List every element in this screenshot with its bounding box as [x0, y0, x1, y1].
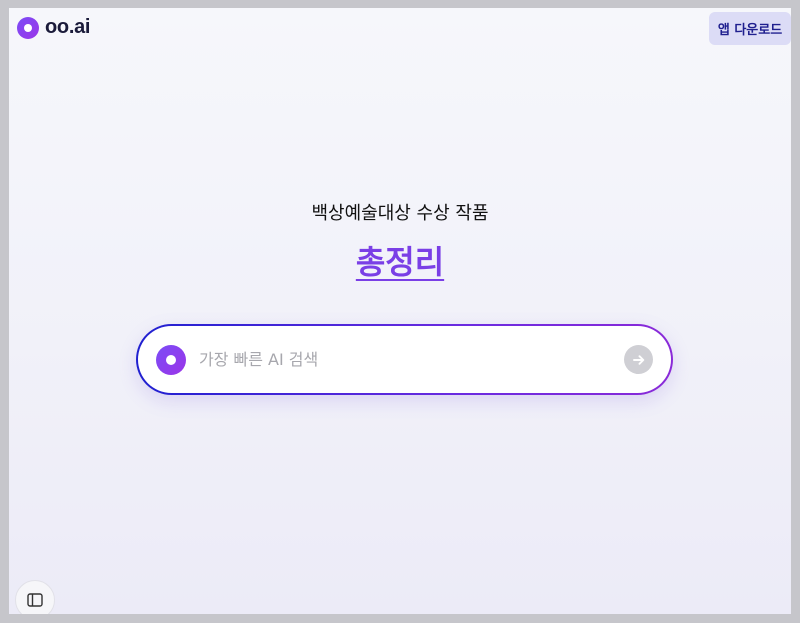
search-bar — [136, 324, 673, 395]
search-submit-button[interactable] — [624, 345, 653, 374]
arrow-right-icon — [632, 354, 644, 365]
oo-logo-icon — [156, 344, 186, 375]
sidebar-panel-icon — [27, 593, 43, 607]
sidebar-toggle-button[interactable] — [15, 580, 55, 614]
app-download-button[interactable]: 앱 다운로드 — [709, 12, 791, 45]
headline-link[interactable]: 총정리 — [356, 243, 444, 281]
app-frame: oo.ai 앱 다운로드 백상예술대상 수상 작품 총정리 — [9, 8, 791, 614]
logo-text: oo.ai — [45, 16, 91, 38]
logo[interactable]: oo.ai — [17, 16, 90, 39]
hero-subtitle: 백상예술대상 수상 작품 — [311, 203, 489, 224]
search-input[interactable] — [199, 339, 624, 380]
search-box — [138, 326, 671, 393]
hero-headline: 총정리 — [9, 237, 791, 283]
oo-logo-icon — [17, 16, 39, 39]
